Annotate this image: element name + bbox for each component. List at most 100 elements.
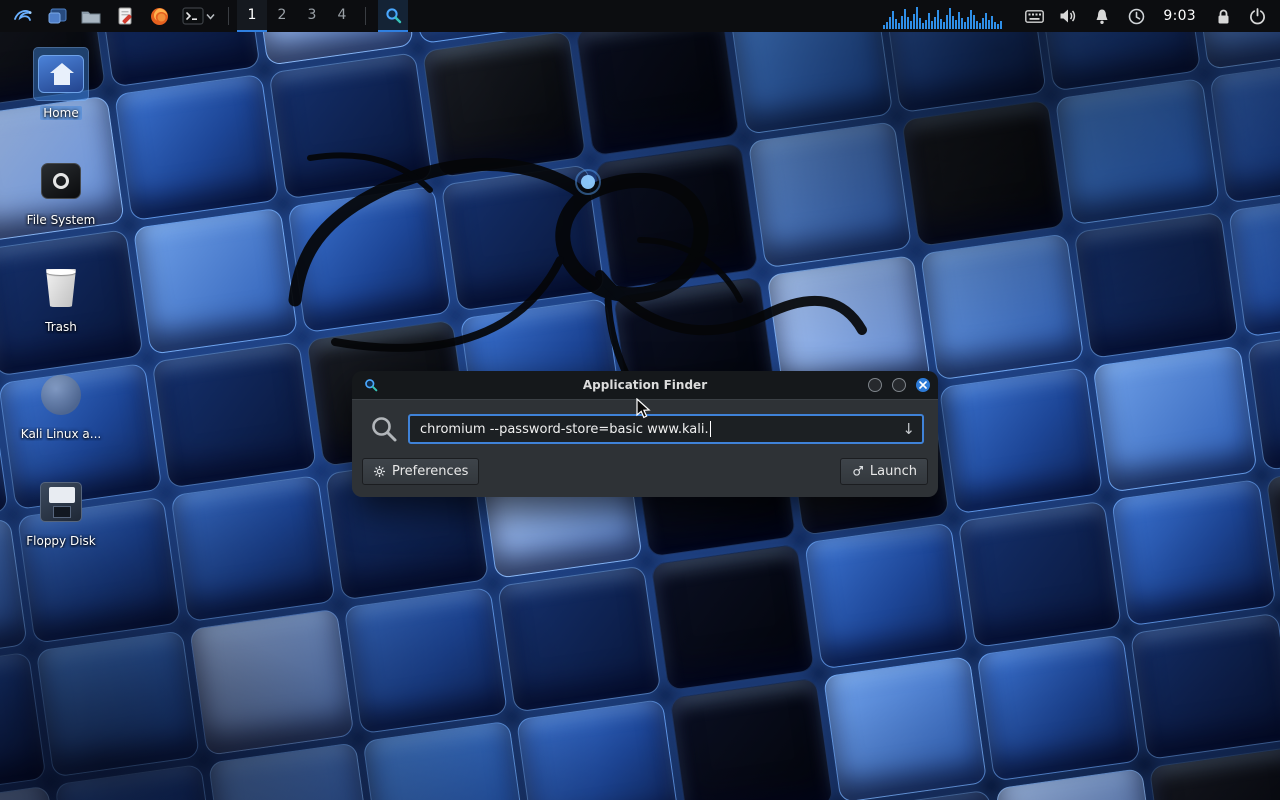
spectrum-bar <box>904 9 907 29</box>
workspace-4-label: 4 <box>337 7 347 23</box>
show-desktop-icon <box>48 8 66 23</box>
desktop-icon-list: Home File System Trash Kali Linux a... F… <box>0 47 122 583</box>
power-icon <box>1249 7 1265 24</box>
spectrum-bar <box>946 15 949 29</box>
desktop-icon-label: Home <box>40 106 82 120</box>
show-desktop-button[interactable] <box>43 2 71 30</box>
notifications-bell-icon <box>1096 9 1108 24</box>
trash-empty-icon <box>46 269 76 307</box>
workspace-button-1[interactable]: 1 <box>237 0 267 32</box>
spectrum-bar <box>883 25 886 29</box>
spectrum-bar <box>955 20 958 29</box>
close-icon <box>919 381 927 389</box>
home-icon-wrap <box>33 47 89 101</box>
text-caret <box>709 421 711 437</box>
text-editor-button[interactable] <box>111 2 139 30</box>
window-controls <box>868 378 930 392</box>
preferences-button[interactable]: Preferences <box>362 458 480 485</box>
spectrum-bar <box>919 18 922 29</box>
home-folder-icon <box>38 55 84 93</box>
window-titlebar[interactable]: Application Finder <box>352 371 938 399</box>
spectrum-bar <box>991 16 994 29</box>
spectrum-bar <box>982 18 985 29</box>
window-title: Application Finder <box>582 378 708 392</box>
desktop-icon-file-system[interactable]: File System <box>0 155 122 262</box>
workspace-2-label: 2 <box>277 7 287 23</box>
screen-lock-button[interactable] <box>1209 2 1237 30</box>
audio-spectrum-widget[interactable] <box>883 3 1007 29</box>
spectrum-bar <box>979 23 982 29</box>
spectrum-bar <box>985 13 988 29</box>
workspace-button-2[interactable]: 2 <box>267 0 297 32</box>
maximize-button[interactable] <box>892 378 906 392</box>
desktop-icon-trash[interactable]: Trash <box>0 262 122 369</box>
spectrum-bar <box>997 24 1000 29</box>
spectrum-bar <box>952 16 955 29</box>
application-finder-window: Application Finder chromium --password-s… <box>352 371 938 497</box>
workspace-3-label: 3 <box>307 7 317 23</box>
spectrum-bar <box>940 19 943 29</box>
window-titlebar-app-icon <box>365 379 378 392</box>
spectrum-bar <box>949 8 952 29</box>
button-row: Preferences Launch <box>362 458 928 485</box>
spectrum-bar <box>895 19 898 29</box>
file-manager-icon <box>81 11 101 23</box>
floppy-disk-icon <box>40 482 82 522</box>
volume-button[interactable] <box>1054 2 1082 30</box>
kali-docs-icon-wrap <box>34 369 88 421</box>
desktop-icon-floppy-disk[interactable]: Floppy Disk <box>0 476 122 583</box>
top-panel: 1 2 3 4 9:03 <box>0 0 1280 32</box>
spectrum-bar <box>943 22 946 29</box>
terminal-launcher-button[interactable] <box>179 2 217 30</box>
spectrum-bar <box>916 7 919 29</box>
keyboard-icon <box>1024 9 1044 23</box>
preferences-gear-icon <box>373 465 386 478</box>
firefox-icon <box>150 7 168 25</box>
floppy-icon-wrap <box>34 476 88 528</box>
search-row: chromium --password-store=basic www.kali… <box>362 412 928 444</box>
trash-icon-wrap <box>34 262 88 314</box>
workspace-button-4[interactable]: 4 <box>327 0 357 32</box>
spectrum-bar <box>958 12 961 29</box>
search-icon <box>372 417 397 442</box>
notifications-button[interactable] <box>1088 2 1116 30</box>
firefox-button[interactable] <box>145 2 173 30</box>
spectrum-bar <box>973 15 976 29</box>
logout-button[interactable] <box>1243 2 1271 30</box>
file-manager-button[interactable] <box>77 2 105 30</box>
launch-button[interactable]: Launch <box>839 458 928 485</box>
filesystem-drive-icon <box>41 163 81 199</box>
spectrum-bar <box>961 18 964 29</box>
status-circle-icon <box>1128 8 1145 24</box>
spectrum-bar <box>901 16 904 29</box>
spectrum-bar <box>988 20 991 29</box>
lock-icon <box>1218 9 1228 23</box>
taskbar-application-finder-button[interactable] <box>378 0 408 32</box>
spectrum-bar <box>892 11 895 29</box>
spectrum-bar <box>913 14 916 29</box>
preferences-button-label: Preferences <box>392 464 469 479</box>
workspace-1-label: 1 <box>247 7 257 23</box>
spectrum-bar <box>886 22 889 29</box>
spectrum-bar <box>907 17 910 29</box>
panel-clock[interactable]: 9:03 <box>1163 8 1196 24</box>
spectrum-bar <box>937 10 940 29</box>
command-input[interactable]: chromium --password-store=basic www.kali… <box>408 414 924 444</box>
spectrum-bar <box>976 21 979 29</box>
kali-menu-button[interactable] <box>9 2 37 30</box>
spectrum-bar <box>928 13 931 29</box>
workspace-button-3[interactable]: 3 <box>297 0 327 32</box>
terminal-icon <box>181 7 204 25</box>
launch-icon <box>853 466 863 476</box>
close-button[interactable] <box>916 378 930 392</box>
launch-button-label: Launch <box>869 464 917 479</box>
dropdown-arrow-icon[interactable]: ↓ <box>902 420 915 438</box>
status-tray-button[interactable] <box>1122 2 1150 30</box>
desktop-icon-kali-docs[interactable]: Kali Linux a... <box>0 369 122 476</box>
desktop-icon-label: Kali Linux a... <box>20 427 102 441</box>
kali-docs-icon <box>41 375 81 415</box>
minimize-button[interactable] <box>868 378 882 392</box>
desktop-icon-home[interactable]: Home <box>0 47 122 155</box>
spectrum-bar <box>889 17 892 29</box>
keyboard-layout-button[interactable] <box>1020 2 1048 30</box>
